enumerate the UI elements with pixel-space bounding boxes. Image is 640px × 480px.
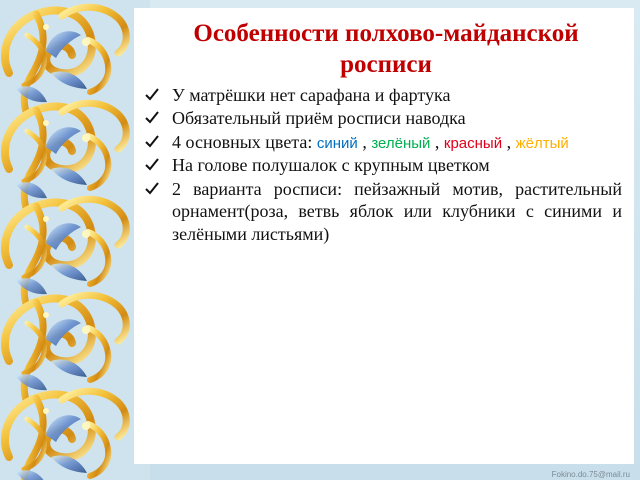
feature-list: У матрёшки нет сарафана и фартука Обязат… (144, 84, 622, 246)
color-word-yellow: жёлтый (515, 134, 569, 152)
checkmark-icon (145, 158, 159, 171)
checkmark-icon (145, 134, 159, 147)
list-item-colors: 4 основных цвета: синий , зелёный , крас… (144, 131, 622, 154)
list-item: У матрёшки нет сарафана и фартука (144, 84, 622, 107)
color-separator: , (434, 131, 444, 152)
colors-line: 4 основных цвета: синий , зелёный , крас… (172, 132, 569, 152)
color-word-green: зелёный (371, 134, 431, 152)
list-item: 2 варианта росписи: пейзажный мотив, рас… (144, 178, 622, 246)
slide-title: Особенности полхово-майданской росписи (193, 20, 579, 79)
checkmark-icon (145, 87, 159, 100)
checkmark-icon (145, 182, 159, 195)
watermark: Fokino.do.75@mail.ru (551, 470, 630, 479)
golden-scroll-ornament (0, 0, 150, 480)
list-item-text: Обязательный приём росписи наводка (172, 108, 466, 128)
list-item: На голове полушалок с крупным цветком (144, 154, 622, 177)
color-word-blue: синий (316, 134, 358, 152)
color-word-red: красный (443, 134, 503, 152)
list-item-text: 2 варианта росписи: пейзажный мотив, рас… (172, 178, 622, 244)
slide-content-panel: Особенности полхово-майданской росписи У… (134, 8, 634, 464)
list-item: Обязательный приём росписи наводка (144, 107, 622, 130)
color-separator: , (362, 131, 372, 152)
presentation-slide: Особенности полхово-майданской росписи У… (0, 0, 640, 480)
colors-prefix: 4 основных цвета: (172, 131, 317, 152)
list-item-text: У матрёшки нет сарафана и фартука (172, 84, 451, 105)
checkmark-icon (145, 111, 159, 124)
color-separator: , (506, 131, 516, 152)
list-item-text: На голове полушалок с крупным цветком (172, 155, 490, 176)
